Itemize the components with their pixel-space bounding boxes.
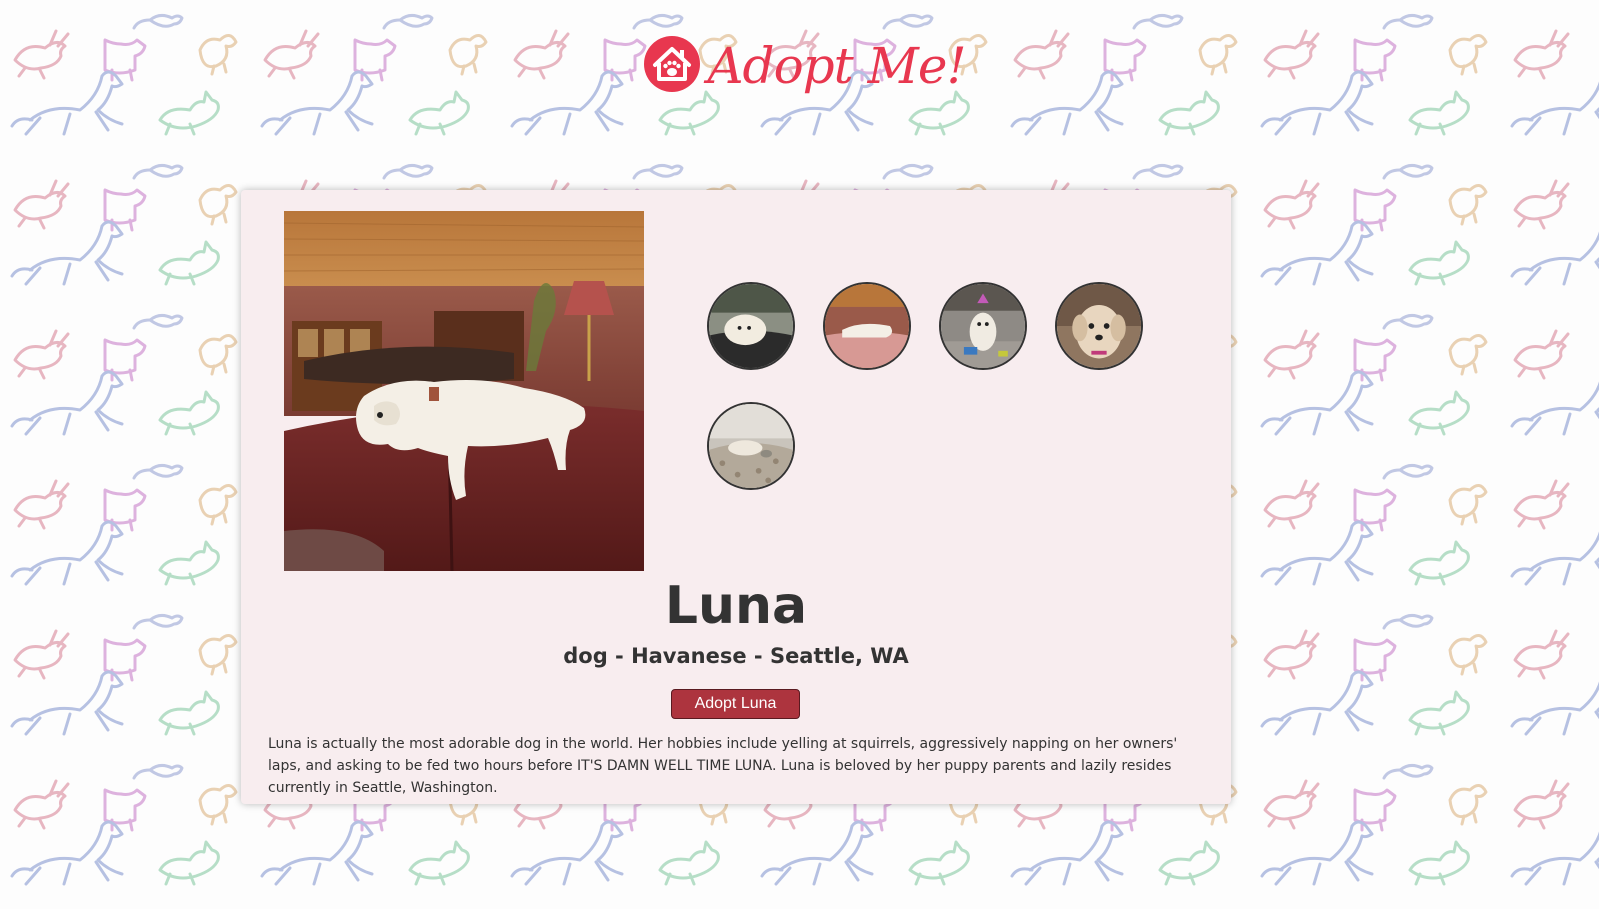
logo-text: Adopt Me!	[707, 37, 966, 95]
pet-subtitle: dog - Havanese - Seattle, WA	[563, 644, 909, 668]
thumbnail-4[interactable]	[1055, 282, 1143, 370]
home-logo-link[interactable]: Adopt Me!	[643, 35, 967, 95]
site-header: Adopt Me!	[0, 26, 1599, 102]
thumbnail-1[interactable]	[707, 282, 795, 370]
hero-photo	[284, 211, 644, 571]
thumbnail-5[interactable]	[707, 402, 795, 490]
adopt-button[interactable]: Adopt Luna	[671, 689, 800, 719]
pet-name-heading: Luna	[664, 576, 808, 636]
thumbnail-2[interactable]	[823, 282, 911, 370]
thumbnail-3[interactable]	[939, 282, 1027, 370]
house-paw-icon	[644, 36, 701, 92]
pet-description: Luna is actually the most adorable dog i…	[268, 736, 1178, 796]
pet-details-card: Luna dog - Havanese - Seattle, WA Adopt …	[241, 190, 1231, 804]
